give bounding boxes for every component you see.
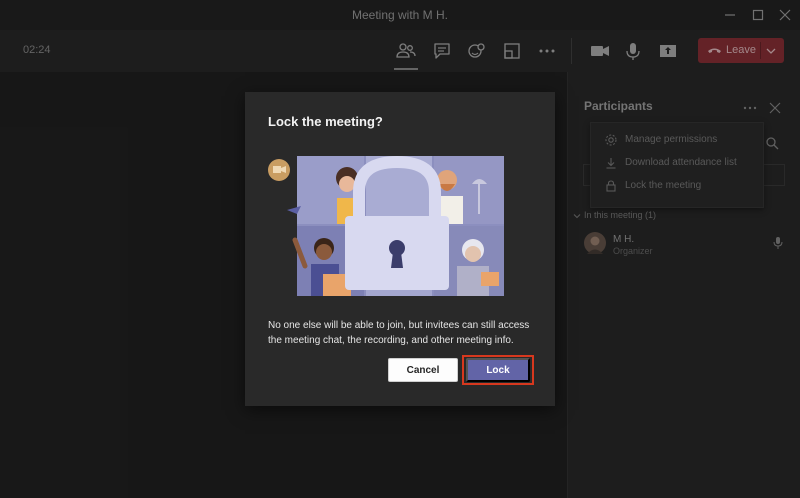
lock-meeting-illustration xyxy=(268,155,504,296)
cancel-button[interactable]: Cancel xyxy=(388,358,458,382)
dialog-title: Lock the meeting? xyxy=(268,114,383,129)
dialog-body-text: No one else will be able to join, but in… xyxy=(268,320,530,346)
lock-button[interactable]: Lock xyxy=(466,358,530,382)
lock-meeting-dialog: Lock the meeting? No one else will be ab… xyxy=(245,92,555,406)
